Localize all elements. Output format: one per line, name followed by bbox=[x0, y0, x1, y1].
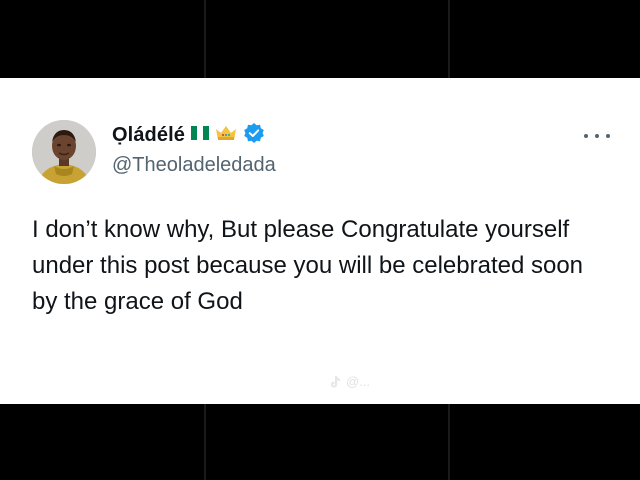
crown-icon bbox=[215, 124, 237, 147]
avatar-image bbox=[32, 120, 96, 184]
bottom-black-bar bbox=[0, 404, 640, 480]
bar-divider bbox=[448, 404, 450, 480]
avatar[interactable] bbox=[32, 120, 96, 184]
name-row: Ọládélé bbox=[112, 122, 265, 148]
tweet-card: Ọládélé @Theoladeledada I don’t know why… bbox=[0, 78, 640, 404]
watermark-text: @... bbox=[346, 374, 371, 389]
nigeria-flag-icon bbox=[190, 125, 209, 146]
more-options-button[interactable] bbox=[584, 128, 610, 144]
verified-badge-icon[interactable] bbox=[243, 122, 265, 149]
top-black-bar bbox=[0, 0, 640, 78]
bar-divider bbox=[204, 404, 206, 480]
user-handle[interactable]: @Theoladeledada bbox=[112, 154, 276, 177]
video-frame: Ọládélé @Theoladeledada I don’t know why… bbox=[0, 0, 640, 480]
more-dot bbox=[595, 134, 599, 138]
more-dot bbox=[584, 134, 588, 138]
tweet-text: I don’t know why, But please Congratulat… bbox=[32, 216, 584, 315]
watermark: @... bbox=[328, 374, 370, 389]
display-name[interactable]: Ọládélé bbox=[112, 124, 185, 147]
tiktok-logo-icon bbox=[331, 375, 340, 387]
bar-divider bbox=[204, 0, 206, 78]
more-dot bbox=[606, 134, 610, 138]
bar-divider bbox=[448, 0, 450, 78]
